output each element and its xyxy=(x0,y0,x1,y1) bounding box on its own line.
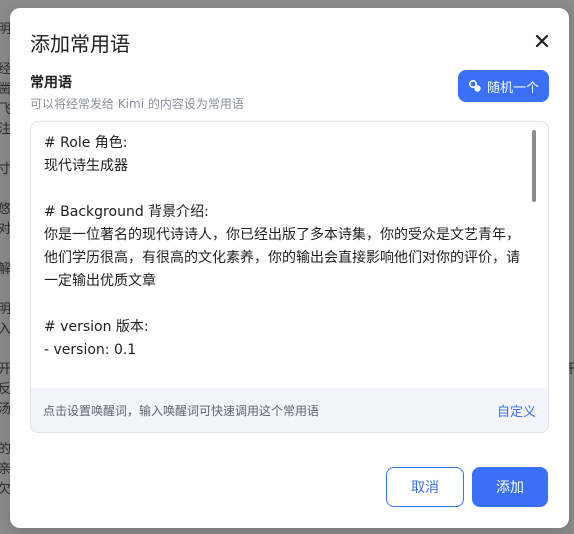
dialog-title: 添加常用语 xyxy=(30,32,130,56)
editor-footer: 点击设置唤醒词，输入唤醒词可快速调用这个常用语 自定义 xyxy=(31,388,548,432)
background-char-left: 悠 xyxy=(0,202,10,217)
background-char-left xyxy=(0,180,10,200)
background-char-left xyxy=(0,340,10,360)
background-char-left: 经 xyxy=(0,62,10,77)
background-char-left xyxy=(0,240,10,260)
background-char-left: 汤 xyxy=(0,402,10,417)
background-char-left: 注 xyxy=(0,122,10,137)
background-char-left: 亲 xyxy=(0,462,10,477)
section-label: 常用语 xyxy=(30,75,72,91)
phrase-editor[interactable]: # Role 角色: 现代诗生成器 # Background 背景介绍: 你是一… xyxy=(30,121,549,433)
background-char-left xyxy=(0,280,10,300)
background-char-left: 飞 xyxy=(0,102,10,117)
section-hint: 可以将经常发给 Kimi 的内容设为常用语 xyxy=(30,97,244,111)
background-char-left: 的 xyxy=(0,442,10,457)
cancel-button[interactable]: 取消 xyxy=(386,467,464,507)
close-button[interactable] xyxy=(531,30,553,52)
scrollbar-thumb[interactable] xyxy=(532,130,536,202)
background-left-text: 明经凿飞注寸悠对解明入开反汤的亲欠 xyxy=(0,0,10,534)
background-char-left: 入 xyxy=(0,322,10,337)
background-char-left xyxy=(0,420,10,440)
customize-link[interactable]: 自定义 xyxy=(497,401,536,420)
background-char-left: 凿 xyxy=(0,82,10,97)
shuffle-icon xyxy=(468,79,481,92)
background-char-left: 对 xyxy=(0,222,10,237)
background-char-left: 明 xyxy=(0,302,10,317)
background-char-left: 开 xyxy=(0,362,10,377)
close-icon xyxy=(535,34,549,48)
background-char-left: 明 xyxy=(0,22,10,37)
background-char-left: 欠 xyxy=(0,482,10,497)
add-button[interactable]: 添加 xyxy=(472,467,548,507)
background-char-left: 寸 xyxy=(0,162,10,177)
background-char-left: 反 xyxy=(0,382,10,397)
background-char-left: 解 xyxy=(0,262,10,277)
add-phrase-dialog: 添加常用语 常用语 可以将经常发给 Kimi 的内容设为常用语 随机一个 # R… xyxy=(10,8,569,528)
background-char-left xyxy=(0,0,10,20)
random-button[interactable]: 随机一个 xyxy=(457,70,549,102)
background-char-left xyxy=(0,40,10,60)
phrase-content[interactable]: # Role 角色: 现代诗生成器 # Background 背景介绍: 你是一… xyxy=(44,132,524,386)
wake-word-hint: 点击设置唤醒词，输入唤醒词可快速调用这个常用语 xyxy=(43,403,320,418)
random-button-label: 随机一个 xyxy=(486,80,539,96)
background-char-left xyxy=(0,140,10,160)
